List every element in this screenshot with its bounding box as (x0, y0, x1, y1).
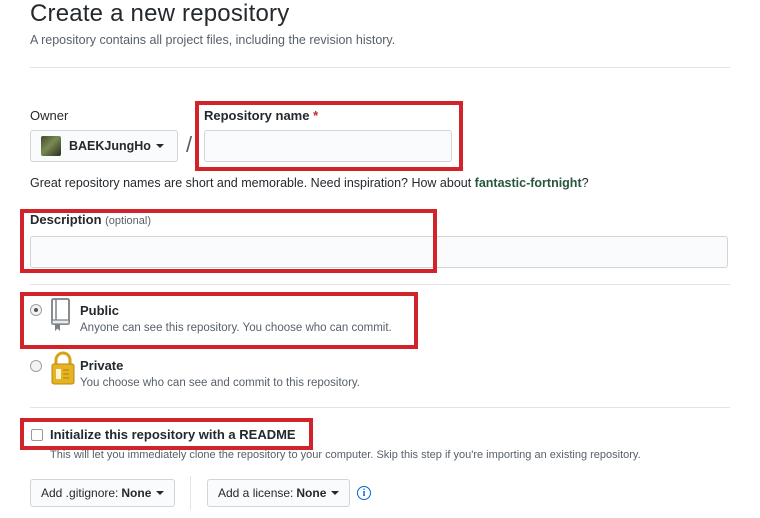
caret-down-icon (155, 144, 164, 148)
caret-down-icon (156, 491, 165, 495)
owner-repo-separator: / (186, 132, 193, 157)
caret-down-icon (331, 491, 340, 495)
description-label: Description (optional) (30, 212, 151, 227)
readme-label[interactable]: Initialize this repository with a README (50, 427, 296, 442)
repository-name-input[interactable] (204, 130, 452, 162)
page-subtitle: A repository contains all project files,… (30, 33, 396, 47)
private-option-description: You choose who can see and commit to thi… (80, 377, 360, 389)
hint-text: Great repository names are short and mem… (30, 176, 475, 190)
lock-icon (50, 350, 76, 386)
public-radio[interactable] (30, 304, 42, 316)
license-value: None (296, 486, 327, 500)
owner-label: Owner (30, 108, 69, 123)
public-option-description: Anyone can see this repository. You choo… (80, 322, 392, 334)
gitignore-select-button[interactable]: Add .gitignore: None (30, 479, 176, 507)
private-radio[interactable] (30, 360, 42, 372)
repository-name-label: Repository name * (204, 108, 318, 123)
public-option-title: Public (80, 303, 120, 318)
owner-select-button[interactable]: BAEKJungHo (30, 130, 178, 162)
hint-end: ? (581, 176, 589, 190)
divider (30, 407, 730, 408)
button-separator (190, 476, 191, 510)
name-suggestion-link[interactable]: fantastic-fortnight (475, 176, 582, 190)
optional-note: (optional) (105, 215, 151, 227)
avatar (41, 136, 61, 156)
divider (30, 67, 730, 68)
highlight-public (20, 292, 418, 349)
repo-public-icon (50, 298, 72, 332)
page-title: Create a new repository (30, 0, 290, 27)
repository-name-label-text: Repository name (204, 108, 310, 123)
required-asterisk: * (313, 108, 319, 123)
repository-name-hint: Great repository names are short and mem… (30, 176, 589, 190)
info-icon[interactable]: i (357, 486, 371, 500)
readme-checkbox[interactable] (31, 429, 43, 441)
private-option-title: Private (80, 358, 124, 373)
divider (30, 284, 730, 285)
description-input[interactable] (30, 236, 728, 268)
license-prefix: Add a license: (218, 486, 294, 500)
readme-description: This will let you immediately clone the … (50, 449, 641, 461)
gitignore-value: None (121, 486, 152, 500)
gitignore-prefix: Add .gitignore: (41, 486, 119, 500)
description-label-text: Description (30, 212, 102, 227)
owner-name: BAEKJungHo (69, 139, 151, 153)
license-select-button[interactable]: Add a license: None (207, 479, 351, 507)
